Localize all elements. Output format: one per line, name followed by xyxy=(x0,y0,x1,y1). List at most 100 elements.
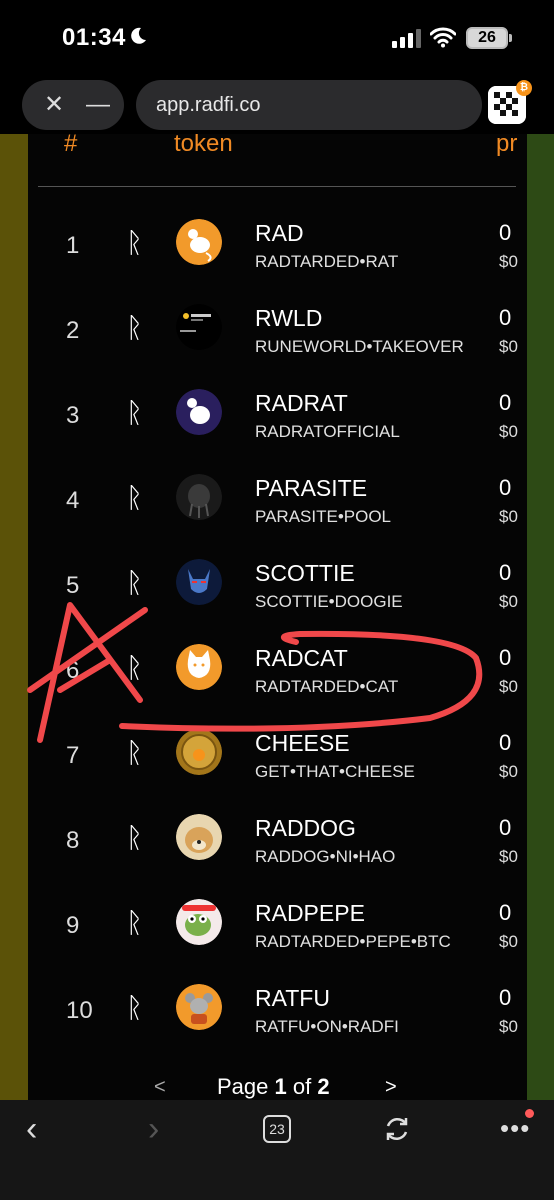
token-price-usd: $0 xyxy=(499,762,518,781)
more-menu-button[interactable]: ••• xyxy=(500,1115,530,1141)
token-subtitle: RADTARDED•CAT xyxy=(255,677,399,696)
row-rank: 3 xyxy=(66,402,80,429)
battery-tip xyxy=(509,34,512,42)
token-price-usd: $0 xyxy=(499,422,518,441)
pagination: < Page 1 of 2 > xyxy=(28,1074,527,1100)
token-subtitle: PARASITE•POOL xyxy=(255,507,392,526)
token-price: 0 xyxy=(499,645,512,670)
page-indicator: Page 1 of 2 xyxy=(217,1074,330,1100)
token-price: 0 xyxy=(499,900,512,925)
dog-logo-icon xyxy=(176,814,222,860)
parasite-logo-icon xyxy=(176,474,222,520)
table-row[interactable]: 3 ᚱ RADRAT RADRATOFFICIAL 0 $0 xyxy=(28,372,527,457)
rune-icon: ᚱ xyxy=(126,566,143,599)
rune-icon: ᚱ xyxy=(126,991,143,1024)
token-name: RWLD xyxy=(255,305,323,331)
token-name: RADRAT xyxy=(255,390,348,416)
header-token: token xyxy=(174,134,233,157)
token-price-usd: $0 xyxy=(499,932,518,951)
token-subtitle: SCOTTIE•DOOGIE xyxy=(255,592,403,611)
token-name: RADPEPE xyxy=(255,900,365,926)
token-price-usd: $0 xyxy=(499,252,518,271)
token-name: PARASITE xyxy=(255,475,368,501)
token-subtitle: RADTARDED•PEPE•BTC xyxy=(255,932,451,951)
close-tab-button[interactable]: ✕ xyxy=(34,80,74,130)
table-row[interactable]: 4 ᚱ PARASITE PARASITE•POOL 0 $0 xyxy=(28,457,527,542)
token-price: 0 xyxy=(499,985,512,1010)
rune-icon: ᚱ xyxy=(126,736,143,769)
next-page-button[interactable]: > xyxy=(385,1076,397,1099)
row-rank: 1 xyxy=(66,232,80,259)
url-text: app.radfi.co xyxy=(156,94,261,116)
header-price[interactable]: pr xyxy=(496,134,517,158)
address-bar[interactable]: app.radfi.co xyxy=(136,80,482,130)
token-subtitle: RADDOG•NI•HAO xyxy=(255,847,396,866)
table-row[interactable]: 6 ᚱ RADCAT RADTARDED•CAT 0 $0 xyxy=(28,627,527,712)
prev-page-button[interactable]: < xyxy=(154,1076,166,1099)
token-price-usd: $0 xyxy=(499,847,518,866)
moon-icon xyxy=(131,27,146,44)
browser-bottom-toolbar: ‹ › 23 ••• xyxy=(0,1100,554,1200)
token-price: 0 xyxy=(499,220,512,245)
scottie-logo-icon xyxy=(176,559,222,605)
token-subtitle: RADTARDED•RAT xyxy=(255,252,399,271)
rune-icon: ᚱ xyxy=(126,226,143,259)
left-background-strip xyxy=(0,134,28,1100)
token-price: 0 xyxy=(499,305,512,330)
browser-top-bar: ✕ — app.radfi.co ₿ xyxy=(0,76,554,134)
right-background-strip xyxy=(527,134,554,1100)
token-name: RATFU xyxy=(255,985,330,1011)
token-subtitle: RATFU•ON•RADFI xyxy=(255,1017,399,1036)
table-row[interactable]: 1 ᚱ RAD RADTARDED•RAT 0 $0 xyxy=(28,202,527,287)
token-name: RADDOG xyxy=(255,815,356,841)
row-rank: 5 xyxy=(66,572,80,599)
rat-logo-icon xyxy=(176,219,222,265)
row-rank: 7 xyxy=(66,742,80,769)
current-page: 1 xyxy=(274,1074,287,1099)
forward-button[interactable]: › xyxy=(148,1112,172,1146)
table-row[interactable]: 10 ᚱ RATFU RATFU•ON•RADFI 0 $0 xyxy=(28,967,527,1052)
cellular-signal-icon xyxy=(392,29,421,48)
row-rank: 10 xyxy=(66,997,93,1024)
table-row[interactable]: 2 ᚱ RWLD RUNEWORLD•TAKEOVER 0 $0 xyxy=(28,287,527,372)
reload-icon[interactable] xyxy=(382,1114,412,1144)
back-button[interactable]: ‹ xyxy=(26,1112,50,1146)
token-name: SCOTTIE xyxy=(255,560,355,586)
table-row[interactable]: 9 ᚱ RADPEPE RADTARDED•PEPE•BTC 0 $0 xyxy=(28,882,527,967)
rune-icon: ᚱ xyxy=(126,821,143,854)
row-rank: 9 xyxy=(66,912,80,939)
token-name: CHEESE xyxy=(255,730,350,756)
rune-icon: ᚱ xyxy=(126,481,143,514)
token-subtitle: RADRATOFFICIAL xyxy=(255,422,400,441)
total-pages: 2 xyxy=(317,1074,330,1099)
row-rank: 2 xyxy=(66,317,80,344)
token-price: 0 xyxy=(499,815,512,840)
rune-icon: ᚱ xyxy=(126,651,143,684)
status-bar: 01:34 26 xyxy=(0,0,554,76)
token-price: 0 xyxy=(499,560,512,585)
row-rank: 8 xyxy=(66,827,80,854)
bitcoin-badge-icon: ₿ xyxy=(516,80,532,96)
table-row[interactable]: 5 ᚱ SCOTTIE SCOTTIE•DOOGIE 0 $0 xyxy=(28,542,527,627)
token-name: RADCAT xyxy=(255,645,348,671)
window-controls: ✕ — xyxy=(22,80,124,130)
token-name: RAD xyxy=(255,220,304,246)
web-page: # token pr 1 ᚱ RAD RADTARDED•RAT 0 $0 2 … xyxy=(0,134,554,1100)
table-row[interactable]: 7 ᚱ CHEESE GET•THAT•CHEESE 0 $0 xyxy=(28,712,527,797)
row-rank: 4 xyxy=(66,487,80,514)
token-price-usd: $0 xyxy=(499,507,518,526)
rune-icon: ᚱ xyxy=(126,396,143,429)
tabs-button[interactable]: 23 xyxy=(263,1115,291,1143)
page-label-prefix: Page xyxy=(217,1074,275,1099)
cat-logo-icon xyxy=(176,644,222,690)
header-divider xyxy=(38,186,516,187)
header-rank: # xyxy=(64,134,78,157)
token-subtitle: RUNEWORLD•TAKEOVER xyxy=(255,337,464,356)
ratfu-logo-icon xyxy=(176,984,222,1030)
token-price-usd: $0 xyxy=(499,337,518,356)
cheese-coin-logo-icon xyxy=(176,729,222,775)
table-row[interactable]: 8 ᚱ RADDOG RADDOG•NI•HAO 0 $0 xyxy=(28,797,527,882)
token-table: # token pr 1 ᚱ RAD RADTARDED•RAT 0 $0 2 … xyxy=(28,134,527,1100)
page-label-mid: of xyxy=(286,1074,318,1099)
minimize-tab-button[interactable]: — xyxy=(78,80,118,130)
